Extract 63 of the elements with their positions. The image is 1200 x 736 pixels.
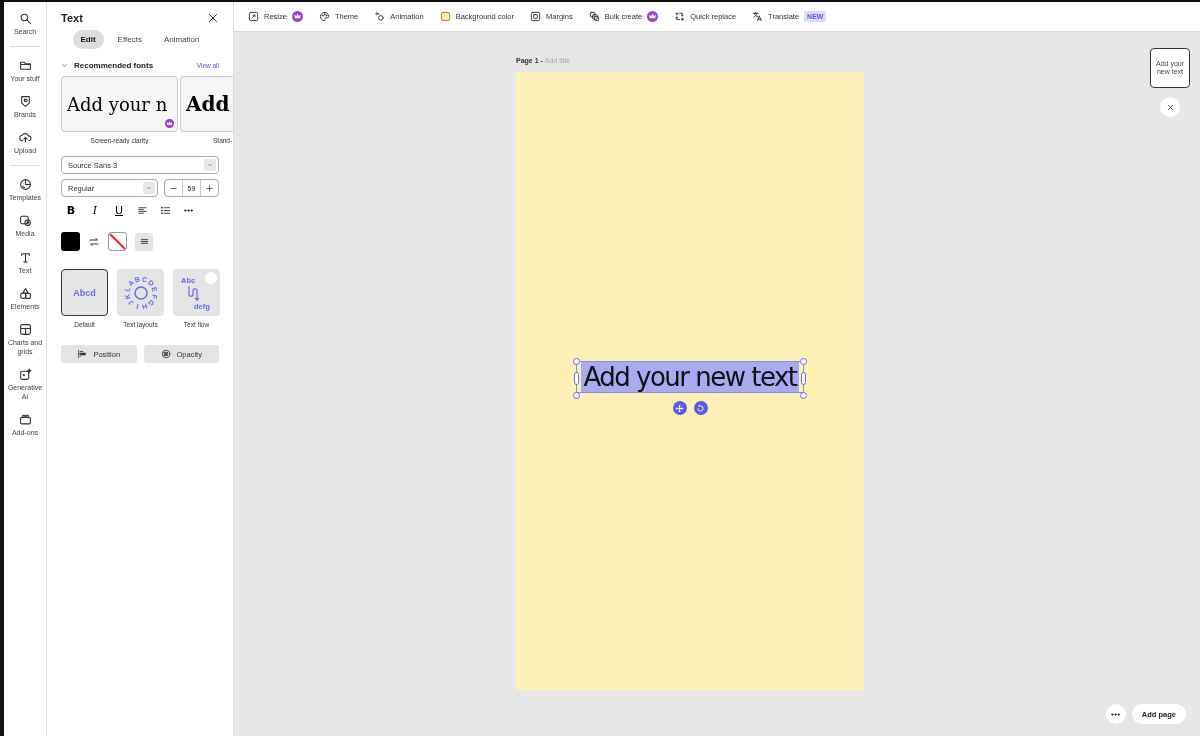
side-handle[interactable]: [574, 372, 580, 385]
shield-b-icon: [18, 95, 32, 109]
close-icon: [207, 12, 219, 24]
search-icon: [18, 12, 32, 25]
close-icon: [1165, 102, 1175, 112]
media-icon: [18, 214, 32, 228]
font-card[interactable]: Add: [180, 76, 233, 132]
swap-arrows-icon: [88, 235, 100, 248]
color-square-icon: [439, 11, 451, 22]
align-button[interactable]: [137, 204, 148, 216]
plus-icon: [204, 183, 214, 193]
text-box[interactable]: Add your new text: [581, 362, 799, 392]
resize-handle[interactable]: [799, 358, 807, 365]
cloud-upload-icon: [18, 131, 32, 145]
text-effect-preset[interactable]: Abcd: [61, 269, 108, 316]
line-spacing-button[interactable]: [135, 232, 153, 251]
swap-button[interactable]: [88, 235, 100, 248]
close-button[interactable]: [207, 12, 219, 24]
margins-icon: [530, 11, 541, 22]
font-card[interactable]: Add your n: [61, 76, 178, 132]
rotate-button[interactable]: [693, 401, 708, 415]
translate-icon: [752, 11, 764, 22]
panel-title: Text: [61, 12, 83, 24]
move-button[interactable]: [672, 401, 687, 415]
align-left-icon: [137, 204, 148, 216]
list-icon: [160, 204, 171, 216]
tab[interactable]: Animation: [155, 30, 208, 49]
bold-button[interactable]: B: [65, 203, 77, 217]
text-icon: [18, 250, 32, 264]
section-title: Recommended fonts: [74, 61, 154, 70]
folder-icon: [18, 59, 32, 73]
caret-icon: [207, 162, 213, 168]
rotate-icon: [696, 403, 705, 413]
preview-text: Abcd: [73, 287, 96, 298]
sparkle-square-icon: [18, 367, 32, 381]
swap-arrows-icon: [674, 11, 686, 22]
resize-icon: [248, 11, 259, 22]
resize-handle[interactable]: [573, 392, 581, 399]
italic-button[interactable]: I: [89, 203, 101, 217]
resize-handle[interactable]: [799, 392, 807, 399]
font-sample: Add: [186, 92, 230, 116]
side-handle[interactable]: [800, 372, 806, 385]
align-bars-icon: [77, 349, 88, 359]
close-button[interactable]: [1160, 97, 1180, 117]
caret-icon: [146, 185, 152, 191]
underline-button[interactable]: U: [113, 203, 125, 217]
stacked-squares-icon: [588, 11, 600, 22]
tab[interactable]: Edit: [72, 30, 104, 49]
resize-handle[interactable]: [573, 358, 581, 365]
layout-grid-icon: [18, 322, 32, 336]
lines-icon: [138, 236, 150, 247]
templates-icon: [18, 178, 32, 192]
text-color-swatch[interactable]: [61, 232, 80, 251]
move-icon: [675, 403, 684, 413]
shapes-icon: [18, 286, 32, 300]
animation-icon: [374, 11, 386, 22]
palette-icon: [318, 11, 330, 22]
list-button[interactable]: [160, 204, 171, 216]
no-color-swatch[interactable]: [108, 232, 127, 251]
add-ons-icon: [18, 413, 32, 427]
font-sample: Add your n: [67, 93, 168, 115]
checker-circle-icon: [160, 349, 171, 359]
tab[interactable]: Effects: [109, 30, 150, 49]
